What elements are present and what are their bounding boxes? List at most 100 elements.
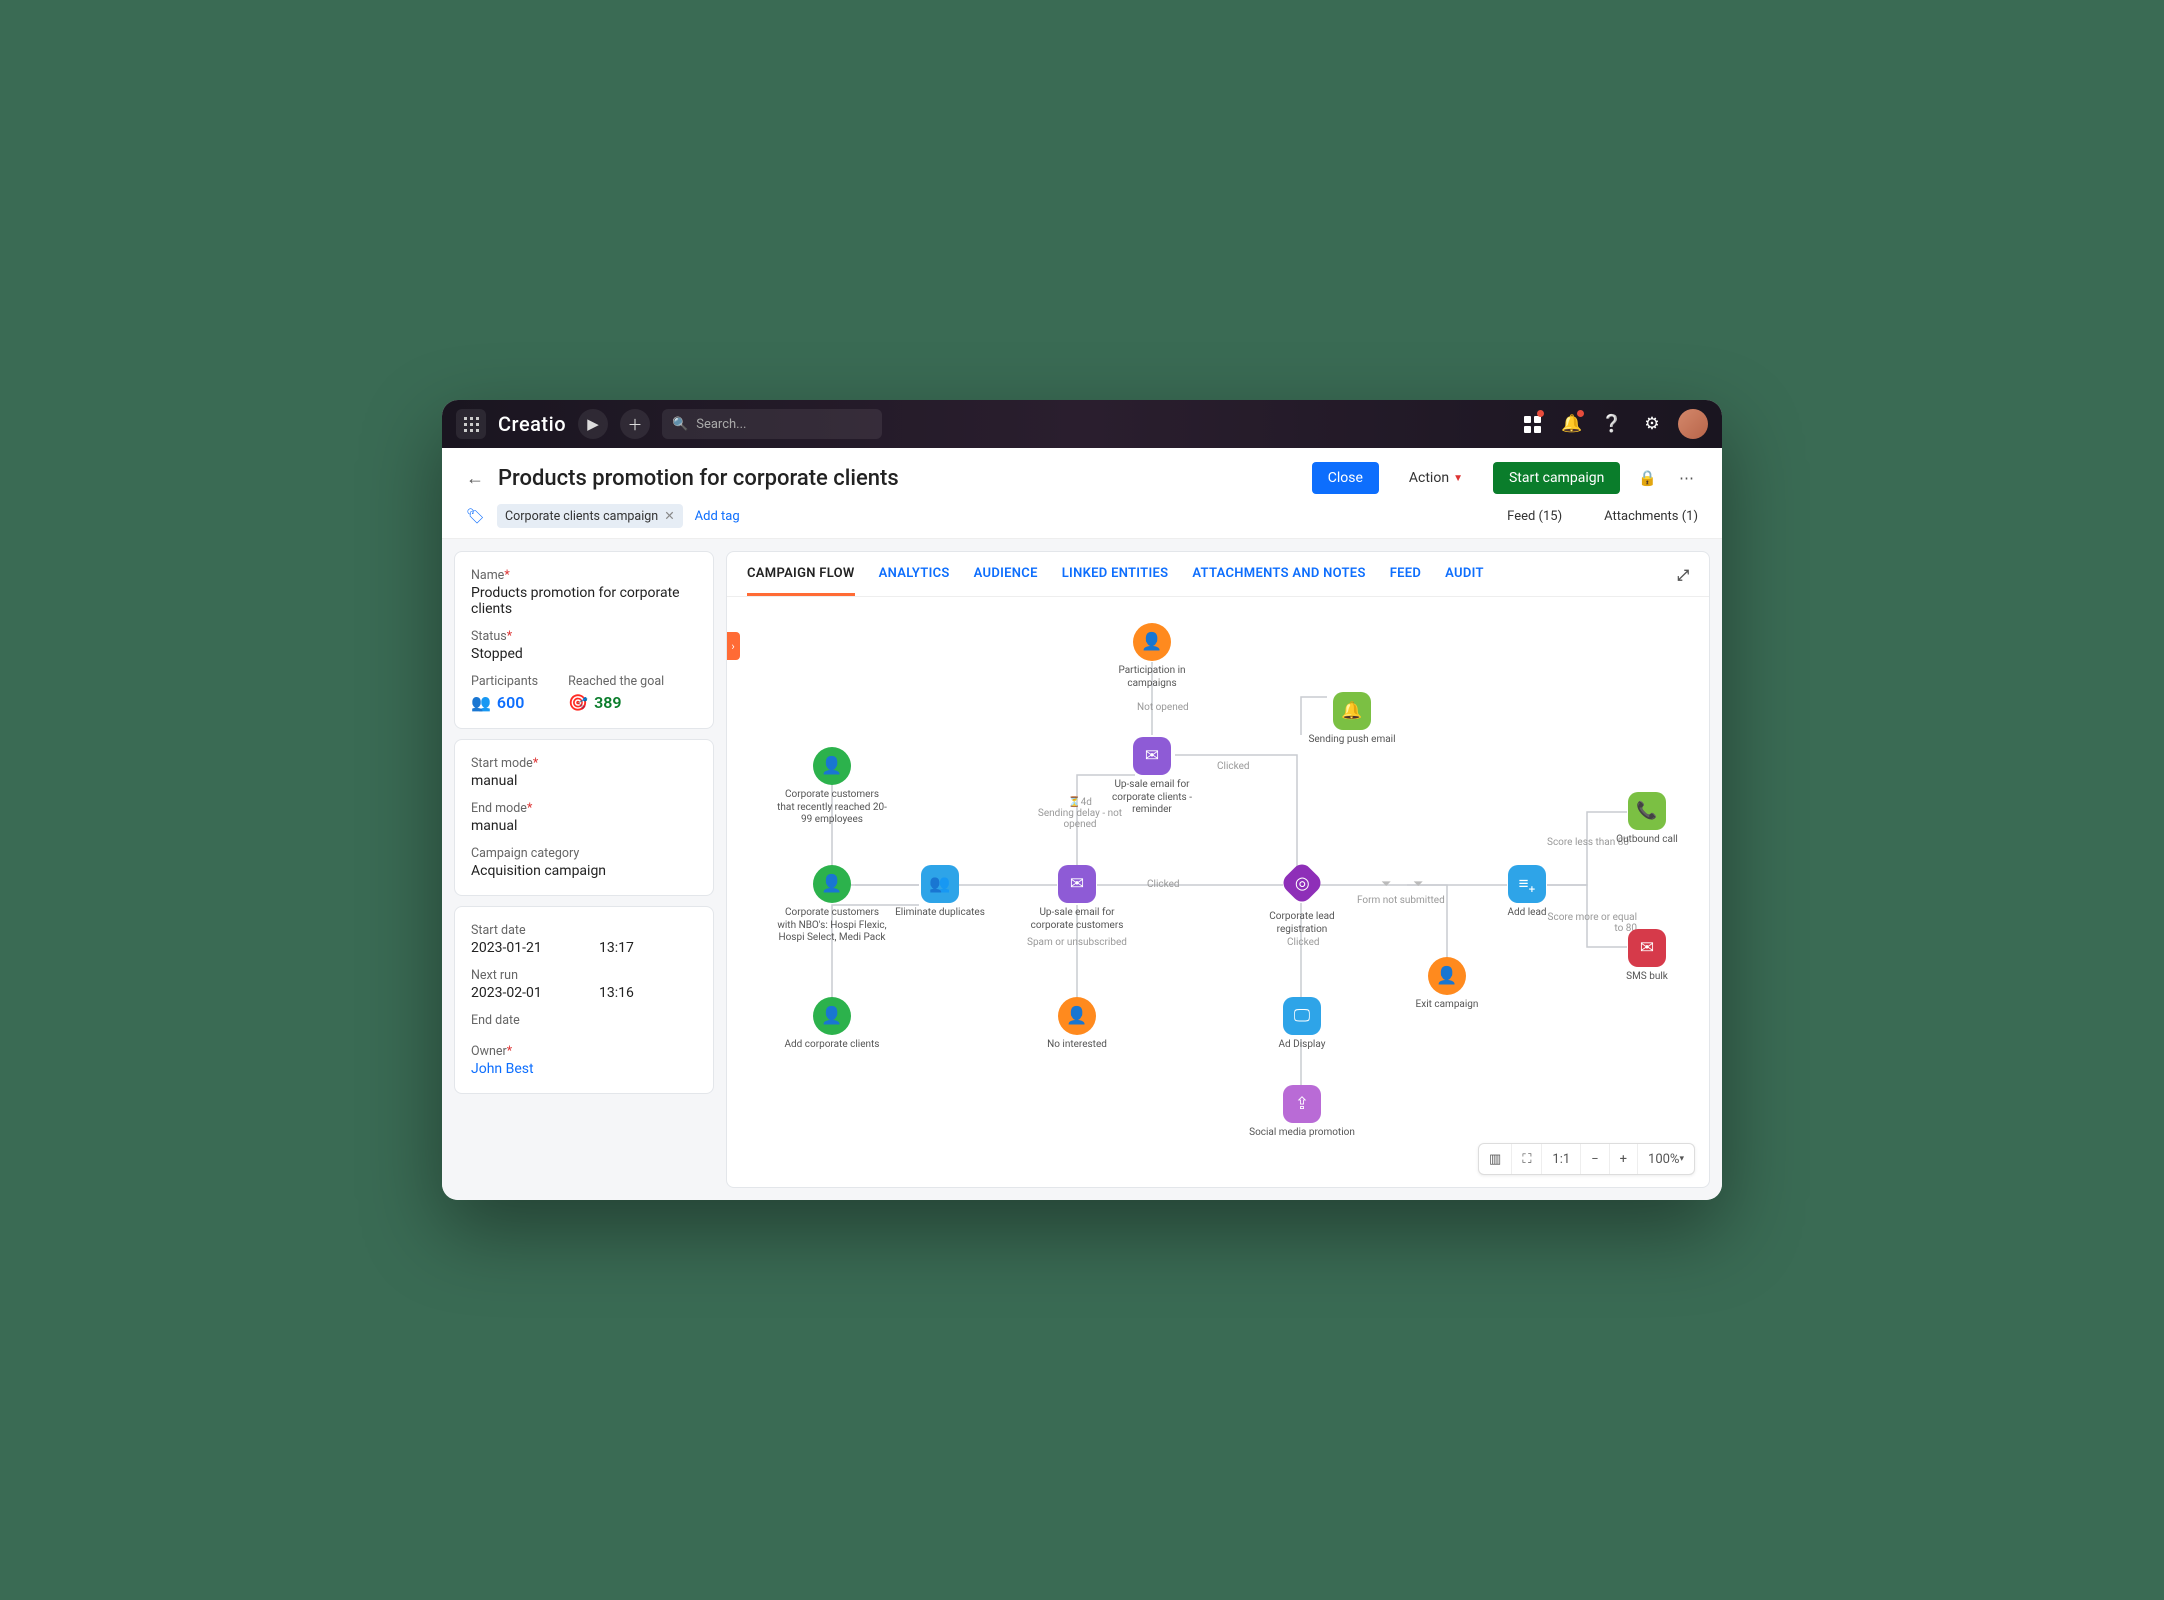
node-lead-registration[interactable]: ◎ Corporate lead registration: [1247, 867, 1357, 936]
tab-feed[interactable]: FEED: [1390, 566, 1421, 596]
phone-icon: 📞: [1628, 792, 1666, 830]
name-label: Name*: [471, 568, 697, 583]
node-push-email[interactable]: 🔔 Sending push email: [1297, 692, 1407, 747]
edge-not-opened: Not opened: [1137, 702, 1189, 713]
minimap-button[interactable]: ▥: [1479, 1144, 1512, 1174]
edge-clicked-upsale: Clicked: [1147, 879, 1180, 890]
campaign-canvas[interactable]: 👤 Participation in campaigns Not opened …: [727, 597, 1709, 1187]
feed-link[interactable]: Feed (15): [1507, 509, 1562, 524]
node-sms-bulk[interactable]: ✉ SMS bulk: [1592, 929, 1702, 984]
tag-chip[interactable]: Corporate clients campaign✕: [497, 504, 683, 528]
fit-icon: ⛶: [1522, 1152, 1531, 1167]
node-upsale-email[interactable]: ✉ Up-sale email for corporate customers: [1022, 865, 1132, 932]
expand-sidebar-handle[interactable]: ›: [726, 632, 740, 660]
add-button[interactable]: ＋: [620, 409, 650, 439]
edge-spam: Spam or unsubscribed: [1027, 937, 1127, 948]
exit-icon: 👤: [1428, 957, 1466, 995]
zoom-reset-button[interactable]: 1:1: [1542, 1144, 1581, 1174]
bell-icon: 🔔: [1333, 692, 1371, 730]
filter-icon[interactable]: ⏷: [1381, 877, 1391, 892]
zoom-out-button[interactable]: −: [1581, 1144, 1609, 1174]
dashboard-icon[interactable]: [1518, 410, 1546, 438]
reached-value: 🎯389: [568, 693, 664, 712]
tab-audit[interactable]: AUDIT: [1445, 566, 1484, 596]
add-icon: ≡₊: [1508, 865, 1546, 903]
app-logo: Creatio: [498, 412, 566, 436]
node-exit-campaign[interactable]: 👤 Exit campaign: [1392, 957, 1502, 1012]
action-dropdown[interactable]: Action ▼: [1393, 462, 1479, 494]
grid-icon: [464, 417, 479, 432]
owner-label: Owner*: [471, 1044, 697, 1059]
edge-form-not-submitted: Form not submitted: [1357, 895, 1445, 906]
email-icon: ✉: [1058, 865, 1096, 903]
notification-dot: [1577, 410, 1584, 417]
node-nbo[interactable]: 👤 Corporate customers with NBO's: Hospi …: [777, 865, 887, 945]
edge-clicked-reminder: Clicked: [1217, 761, 1250, 772]
remove-tag-icon[interactable]: ✕: [664, 508, 674, 524]
more-menu[interactable]: ⋯: [1675, 469, 1698, 487]
map-icon: ▥: [1489, 1152, 1501, 1167]
tab-audience[interactable]: AUDIENCE: [974, 566, 1038, 596]
status-label: Status*: [471, 629, 697, 644]
help-button[interactable]: ❔: [1598, 410, 1626, 438]
tab-linked-entities[interactable]: LINKED ENTITIES: [1062, 566, 1169, 596]
category-value[interactable]: Acquisition campaign: [471, 863, 697, 879]
audience-icon: 👤: [813, 865, 851, 903]
add-tag-link[interactable]: Add tag: [695, 509, 740, 524]
fit-screen-button[interactable]: ⛶: [1512, 1144, 1542, 1174]
play-button[interactable]: ▶: [578, 409, 608, 439]
plus-icon: ＋: [628, 414, 643, 435]
tiles-icon: [1524, 416, 1541, 433]
edge-delay: ⏳4dSending delay - not opened: [1035, 797, 1125, 830]
edge-clicked-lead: Clicked: [1287, 937, 1320, 948]
start-date-label: Start date: [471, 923, 697, 938]
node-participation[interactable]: 👤 Participation in campaigns: [1097, 623, 1207, 690]
node-corp-recent[interactable]: 👤 Corporate customers that recently reac…: [777, 747, 887, 827]
status-value[interactable]: Stopped: [471, 646, 697, 662]
back-button[interactable]: ←: [466, 468, 484, 489]
audience-icon: 👤: [813, 747, 851, 785]
node-ad-display[interactable]: 🖵 Ad Display: [1247, 997, 1357, 1052]
fullscreen-button[interactable]: ⤢: [1677, 566, 1689, 596]
start-campaign-button[interactable]: Start campaign: [1493, 462, 1620, 494]
bell-icon: 🔔: [1561, 414, 1582, 434]
filter-icon[interactable]: ⏷: [1413, 877, 1423, 892]
node-outbound-call[interactable]: 📞 Outbound call: [1592, 792, 1702, 847]
search-placeholder: Search...: [696, 417, 746, 432]
zoom-level[interactable]: 100% ▾: [1638, 1144, 1694, 1174]
notifications-button[interactable]: 🔔: [1558, 410, 1586, 438]
target-icon: 🎯: [568, 693, 588, 712]
lock-icon[interactable]: 🔒: [1634, 469, 1661, 487]
start-mode-value[interactable]: manual: [471, 773, 697, 789]
search-icon: 🔍: [672, 417, 688, 432]
start-time-value[interactable]: 13:17: [599, 940, 697, 956]
start-date-value[interactable]: 2023-01-21: [471, 940, 569, 956]
node-no-interested[interactable]: 👤 No interested: [1022, 997, 1132, 1052]
node-eliminate-duplicates[interactable]: 👥 Eliminate duplicates: [885, 865, 995, 920]
category-label: Campaign category: [471, 846, 697, 861]
start-mode-label: Start mode*: [471, 756, 697, 771]
owner-value[interactable]: John Best: [471, 1061, 697, 1077]
close-button[interactable]: Close: [1312, 462, 1379, 494]
tab-attachments-notes[interactable]: ATTACHMENTS AND NOTES: [1192, 566, 1365, 596]
node-social-promotion[interactable]: ⇪ Social media promotion: [1247, 1085, 1357, 1140]
end-mode-value[interactable]: manual: [471, 818, 697, 834]
user-avatar[interactable]: [1678, 409, 1708, 439]
node-add-corp[interactable]: 👤 Add corporate clients: [777, 997, 887, 1052]
chevron-down-icon: ▾: [1679, 1154, 1684, 1164]
app-launcher[interactable]: [456, 409, 486, 439]
name-value[interactable]: Products promotion for corporate clients: [471, 585, 697, 617]
gear-icon: ⚙: [1644, 414, 1659, 434]
tab-analytics[interactable]: ANALYTICS: [879, 566, 950, 596]
next-run-time[interactable]: 13:16: [599, 985, 697, 1001]
settings-button[interactable]: ⚙: [1638, 410, 1666, 438]
play-icon: ▶: [587, 415, 599, 433]
next-run-value[interactable]: 2023-02-01: [471, 985, 569, 1001]
zoom-in-button[interactable]: +: [1610, 1144, 1638, 1174]
participants-label: Participants: [471, 674, 538, 689]
attachments-link[interactable]: Attachments (1): [1604, 509, 1698, 524]
notification-dot: [1537, 410, 1544, 417]
audience-icon: 👤: [813, 997, 851, 1035]
tab-campaign-flow[interactable]: CAMPAIGN FLOW: [747, 566, 855, 596]
global-search[interactable]: 🔍 Search...: [662, 409, 882, 439]
